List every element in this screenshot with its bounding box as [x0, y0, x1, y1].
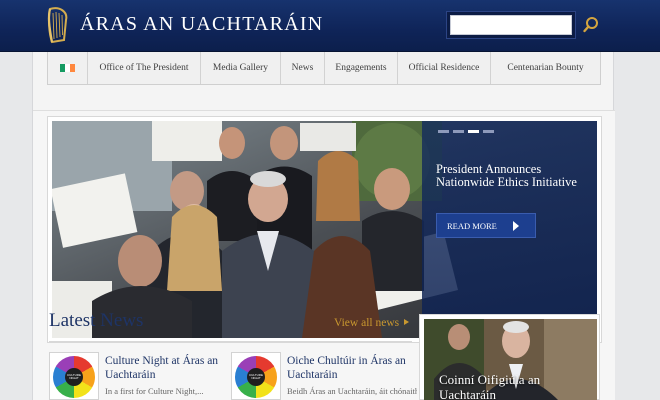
main-navigation: Office of The President Media Gallery Ne…: [47, 52, 601, 85]
nav-item-official-residence[interactable]: Official Residence: [398, 52, 491, 84]
search-input[interactable]: [450, 15, 572, 35]
news-card-thumbnail[interactable]: CULTURE NIGHT: [231, 352, 281, 400]
news-card-title[interactable]: Oiche Chultúir in Áras an Uachtaráin: [287, 354, 417, 382]
feature-title[interactable]: Coinní Oifigiúla an Uachtaráin: [439, 372, 589, 400]
nav-item-engagements[interactable]: Engagements: [325, 52, 398, 84]
read-more-label: READ MORE: [447, 220, 497, 231]
hero-slider: President Announces Nationwide Ethics In…: [47, 116, 602, 343]
culture-night-logo-text: CULTURE NIGHT: [247, 368, 265, 386]
hero-headline[interactable]: President Announces Nationwide Ethics In…: [436, 163, 586, 188]
slider-dot-2[interactable]: [453, 130, 464, 133]
site-header: ÁRAS AN UACHTARÁIN: [0, 0, 660, 52]
news-card[interactable]: CULTURE NIGHT Oiche Chultúir in Áras an …: [231, 352, 417, 400]
page-container: Office of The President Media Gallery Ne…: [32, 52, 615, 400]
latest-news-heading: Latest News: [49, 310, 144, 331]
harp-logo-icon[interactable]: [46, 6, 70, 44]
news-card-title[interactable]: Culture Night at Áras an Uachtaráin: [105, 354, 235, 382]
news-card-thumbnail[interactable]: CULTURE NIGHT: [49, 352, 99, 400]
read-more-button[interactable]: READ MORE: [436, 213, 536, 238]
site-title[interactable]: ÁRAS AN UACHTARÁIN: [80, 13, 323, 36]
nav-item-media-gallery[interactable]: Media Gallery: [201, 52, 281, 84]
news-divider: [49, 341, 412, 342]
news-card-excerpt: Beidh Áras an Uachtaráin, áit chónaithe: [287, 386, 417, 396]
view-all-news-link[interactable]: View all news: [334, 317, 410, 329]
arrow-right-icon: [404, 319, 410, 325]
view-all-news-label: View all news: [334, 317, 400, 329]
culture-night-logo-icon: CULTURE NIGHT: [53, 356, 95, 398]
slider-dot-1[interactable]: [438, 130, 449, 133]
nav-home-flag[interactable]: [48, 52, 88, 84]
search-icon[interactable]: [582, 16, 600, 34]
play-arrow-icon: [513, 221, 519, 231]
nav-item-news[interactable]: News: [281, 52, 325, 84]
news-card-excerpt: In a first for Culture Night,...: [105, 386, 204, 396]
slider-dots: [438, 130, 494, 133]
culture-night-logo-icon: CULTURE NIGHT: [235, 356, 277, 398]
slider-dot-4[interactable]: [483, 130, 494, 133]
slider-dot-3[interactable]: [468, 130, 479, 133]
culture-night-logo-text: CULTURE NIGHT: [65, 368, 83, 386]
nav-item-centenarian-bounty[interactable]: Centenarian Bounty: [491, 52, 600, 84]
irish-flag-icon: [60, 64, 75, 72]
nav-item-office-of-the-president[interactable]: Office of The President: [88, 52, 201, 84]
search-box: [446, 11, 576, 39]
news-card[interactable]: CULTURE NIGHT Culture Night at Áras an U…: [49, 352, 229, 400]
